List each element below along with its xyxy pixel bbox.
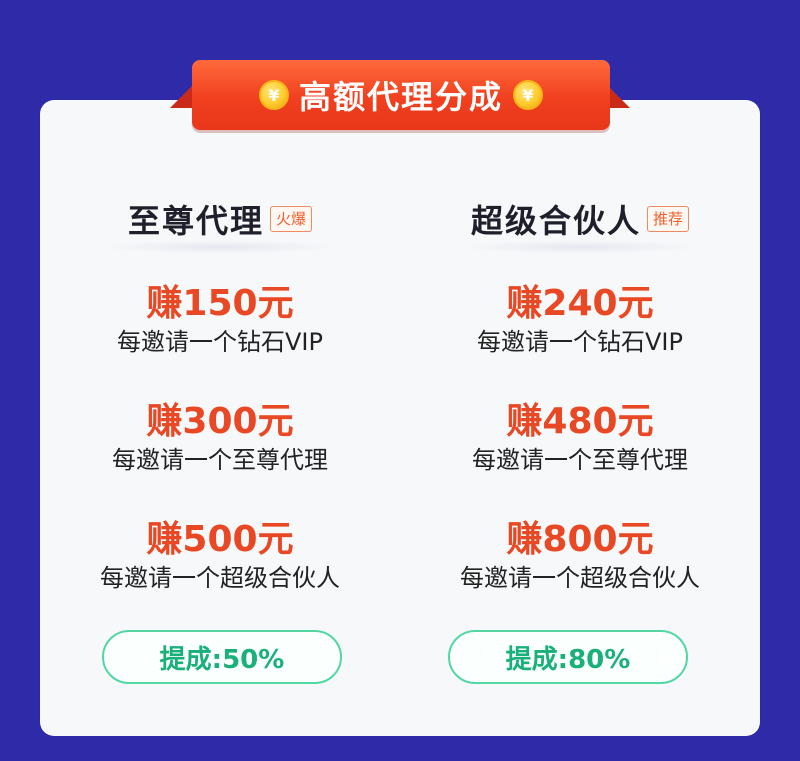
commission-rate-badge: 提成:80%	[448, 630, 688, 684]
earn-amount: 赚500元	[146, 519, 294, 560]
earn-amount: 赚240元	[506, 283, 654, 324]
earn-description: 每邀请一个钻石VIP	[117, 328, 323, 356]
plan-title: 超级合伙人	[470, 202, 641, 240]
earn-tier: 赚150元 每邀请一个钻石VIP	[40, 282, 400, 358]
plan-tag: 推荐	[647, 206, 690, 232]
earn-tier: 赚240元 每邀请一个钻石VIP	[400, 282, 760, 358]
earn-description: 每邀请一个超级合伙人	[460, 564, 700, 592]
plan-header: 至尊代理 火爆	[40, 196, 400, 242]
commission-rate-badge: 提成:50%	[102, 630, 342, 684]
plan-header: 超级合伙人 推荐	[400, 196, 760, 242]
header-shadow	[100, 240, 340, 254]
plan-tag: 火爆	[270, 206, 313, 232]
earn-tier: 赚500元 每邀请一个超级合伙人	[40, 518, 400, 594]
plan-column-supreme-agent: 至尊代理 火爆 赚150元 每邀请一个钻石VIP 赚300元 每邀请一个至尊代理…	[40, 100, 400, 736]
header-shadow	[460, 240, 700, 254]
earn-amount: 赚150元	[146, 283, 294, 324]
earn-description: 每邀请一个至尊代理	[472, 446, 688, 474]
earn-description: 每邀请一个钻石VIP	[477, 328, 683, 356]
plan-title: 至尊代理	[127, 202, 264, 240]
earn-amount: 赚800元	[506, 519, 654, 560]
earn-description: 每邀请一个至尊代理	[112, 446, 328, 474]
earn-amount: 赚300元	[146, 401, 294, 442]
plan-column-super-partner: 超级合伙人 推荐 赚240元 每邀请一个钻石VIP 赚480元 每邀请一个至尊代…	[400, 100, 760, 736]
earn-amount: 赚480元	[506, 401, 654, 442]
earn-description: 每邀请一个超级合伙人	[100, 564, 340, 592]
earn-tier: 赚300元 每邀请一个至尊代理	[40, 400, 400, 476]
earn-tier: 赚800元 每邀请一个超级合伙人	[400, 518, 760, 594]
earn-tier: 赚480元 每邀请一个至尊代理	[400, 400, 760, 476]
